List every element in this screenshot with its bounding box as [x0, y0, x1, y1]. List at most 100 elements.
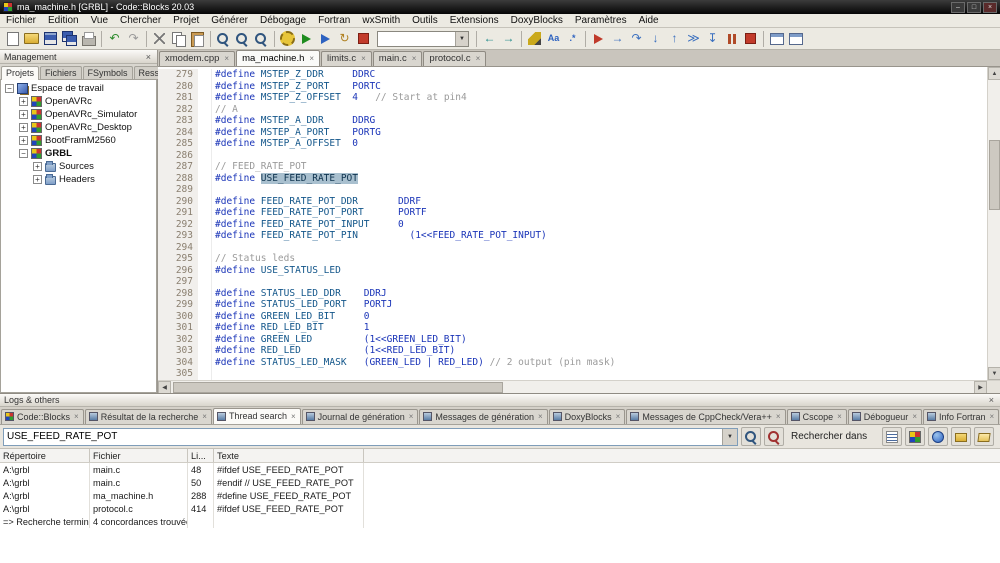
menu-item-vue[interactable]: Vue	[85, 15, 114, 26]
logs-tab-messages-de-g-n-ration[interactable]: Messages de génération×	[419, 409, 547, 424]
tab-close-icon[interactable]: ×	[837, 412, 842, 421]
debug-run-icon[interactable]	[590, 30, 607, 47]
maximize-button[interactable]: □	[967, 2, 981, 13]
cut-icon[interactable]	[151, 30, 168, 47]
print-icon[interactable]	[80, 30, 97, 47]
run-icon[interactable]	[298, 30, 315, 47]
tree-item-grbl[interactable]: −GRBL	[1, 147, 156, 160]
run-to-cursor-icon[interactable]: →	[609, 30, 626, 47]
menu-item-chercher[interactable]: Chercher	[114, 15, 167, 26]
save-all-icon[interactable]	[61, 30, 78, 47]
open-file-icon[interactable]	[23, 30, 40, 47]
find-in-files-icon[interactable]	[253, 31, 270, 47]
menu-item-g-n-rer[interactable]: Générer	[205, 15, 254, 26]
management-tab-fichiers[interactable]: Fichiers	[40, 66, 82, 79]
step-into-icon[interactable]: ↓	[647, 30, 664, 47]
logs-tab-info-fortran[interactable]: Info Fortran×	[923, 409, 999, 424]
tab-close-icon[interactable]: ×	[538, 412, 543, 421]
dropdown-icon[interactable]: ▼	[455, 32, 468, 46]
tree-expander-icon[interactable]: +	[19, 110, 28, 119]
logs-tab-doxyblocks[interactable]: DoxyBlocks×	[549, 409, 626, 424]
match-case-icon[interactable]: Aa	[545, 30, 562, 47]
tree-item-espace-de-travail[interactable]: −Espace de travail	[1, 82, 156, 95]
code-editor[interactable]: 279#define MSTEP_Z_DDR DDRC280#define MS…	[158, 67, 987, 380]
new-folder-button[interactable]	[951, 427, 971, 446]
horizontal-scroll-track[interactable]	[171, 381, 974, 393]
search-dropdown-icon[interactable]: ▼	[722, 429, 737, 445]
logs-tab-messages-de-cppcheck-vera[interactable]: Messages de CppCheck/Vera++×	[626, 409, 785, 424]
menu-item-wxsmith[interactable]: wxSmith	[356, 15, 406, 26]
menu-item-edition[interactable]: Edition	[42, 15, 85, 26]
build-icon[interactable]	[279, 30, 296, 47]
tree-expander-icon[interactable]: +	[33, 162, 42, 171]
web-button[interactable]	[928, 427, 948, 446]
step-out-icon[interactable]: ↑	[666, 30, 683, 47]
copy-icon[interactable]	[170, 30, 187, 47]
logs-tab-d-bogueur[interactable]: Débogueur×	[848, 409, 922, 424]
tab-close-icon[interactable]: ×	[412, 54, 417, 63]
logs-tab-cscope[interactable]: Cscope×	[787, 409, 847, 424]
editor-tab-main-c[interactable]: main.c×	[373, 51, 423, 66]
tab-close-icon[interactable]: ×	[776, 412, 781, 421]
tab-close-icon[interactable]: ×	[409, 412, 414, 421]
menu-item-d-bogage[interactable]: Débogage	[254, 15, 312, 26]
highlight-icon[interactable]	[526, 30, 543, 47]
tree-expander-icon[interactable]: +	[33, 175, 42, 184]
build-target-select[interactable]: ▼	[377, 31, 469, 47]
tree-expander-icon[interactable]: +	[19, 97, 28, 106]
tree-item-openavrc[interactable]: +OpenAVRc	[1, 95, 156, 108]
open-folder-button[interactable]	[974, 427, 994, 446]
scroll-up-icon[interactable]: ▲	[988, 67, 1000, 80]
tab-close-icon[interactable]: ×	[224, 54, 229, 63]
result-row[interactable]: A:\grblmain.c50#endif // USE_FEED_RATE_P…	[0, 476, 1000, 489]
forward-icon[interactable]: →	[500, 30, 517, 47]
editor-tab-xmodem-cpp[interactable]: xmodem.cpp×	[159, 51, 235, 66]
editor-tab-protocol-c[interactable]: protocol.c×	[423, 51, 486, 66]
abort-build-icon[interactable]	[355, 30, 372, 47]
tab-close-icon[interactable]: ×	[309, 54, 314, 63]
tree-item-openavrc-simulator[interactable]: +OpenAVRc_Simulator	[1, 108, 156, 121]
results-header-cell[interactable]: Li...	[188, 449, 214, 462]
menu-item-aide[interactable]: Aide	[633, 15, 665, 26]
next-instruction-icon[interactable]: ≫	[685, 30, 702, 47]
logs-tab-r-sultat-de-la-recherche[interactable]: Résultat de la recherche×	[85, 409, 212, 424]
tab-close-icon[interactable]: ×	[291, 412, 296, 421]
menu-item-outils[interactable]: Outils	[406, 15, 444, 26]
break-debugger-icon[interactable]	[723, 30, 740, 47]
tab-close-icon[interactable]: ×	[361, 54, 366, 63]
find-icon[interactable]	[215, 31, 232, 47]
tab-close-icon[interactable]: ×	[74, 412, 79, 421]
tab-close-icon[interactable]: ×	[476, 54, 481, 63]
regex-icon[interactable]: .*	[564, 30, 581, 47]
management-close-icon[interactable]: ×	[144, 52, 153, 62]
horizontal-scroll-thumb[interactable]	[173, 382, 503, 393]
tree-expander-icon[interactable]: −	[19, 149, 28, 158]
step-into-instruction-icon[interactable]: ↧	[704, 30, 721, 47]
search-options-button[interactable]	[764, 427, 784, 446]
minimize-button[interactable]: –	[951, 2, 965, 13]
vertical-scroll-thumb[interactable]	[989, 140, 1000, 210]
editor-tab-limits-c[interactable]: limits.c×	[321, 51, 372, 66]
management-tab-fsymbols[interactable]: FSymbols	[83, 66, 133, 79]
menu-item-doxyblocks[interactable]: DoxyBlocks	[505, 15, 569, 26]
menu-item-fortran[interactable]: Fortran	[312, 15, 356, 26]
logs-tab-code-blocks[interactable]: Code::Blocks×	[1, 409, 84, 424]
tree-expander-icon[interactable]: +	[19, 123, 28, 132]
result-row[interactable]: A:\grblmain.c48#ifdef USE_FEED_RATE_POT	[0, 463, 1000, 476]
tree-item-sources[interactable]: +Sources	[1, 160, 156, 173]
rebuild-icon[interactable]: ↻	[336, 30, 353, 47]
colors-button[interactable]	[905, 427, 925, 446]
tree-item-headers[interactable]: +Headers	[1, 173, 156, 186]
tab-close-icon[interactable]: ×	[990, 412, 995, 421]
result-row[interactable]: A:\grblma_machine.h288#define USE_FEED_R…	[0, 489, 1000, 502]
build-and-run-icon[interactable]	[317, 30, 334, 47]
results-header-cell[interactable]: Répertoire	[0, 449, 90, 462]
paste-icon[interactable]	[189, 30, 206, 47]
tab-close-icon[interactable]: ×	[616, 412, 621, 421]
tree-expander-icon[interactable]: +	[19, 136, 28, 145]
results-header-cell[interactable]: Fichier	[90, 449, 188, 462]
debugging-windows-icon[interactable]	[768, 30, 785, 47]
management-tab-projets[interactable]: Projets	[1, 66, 39, 80]
tab-close-icon[interactable]: ×	[912, 412, 917, 421]
vertical-scrollbar[interactable]: ▲ ▼	[987, 67, 1000, 380]
